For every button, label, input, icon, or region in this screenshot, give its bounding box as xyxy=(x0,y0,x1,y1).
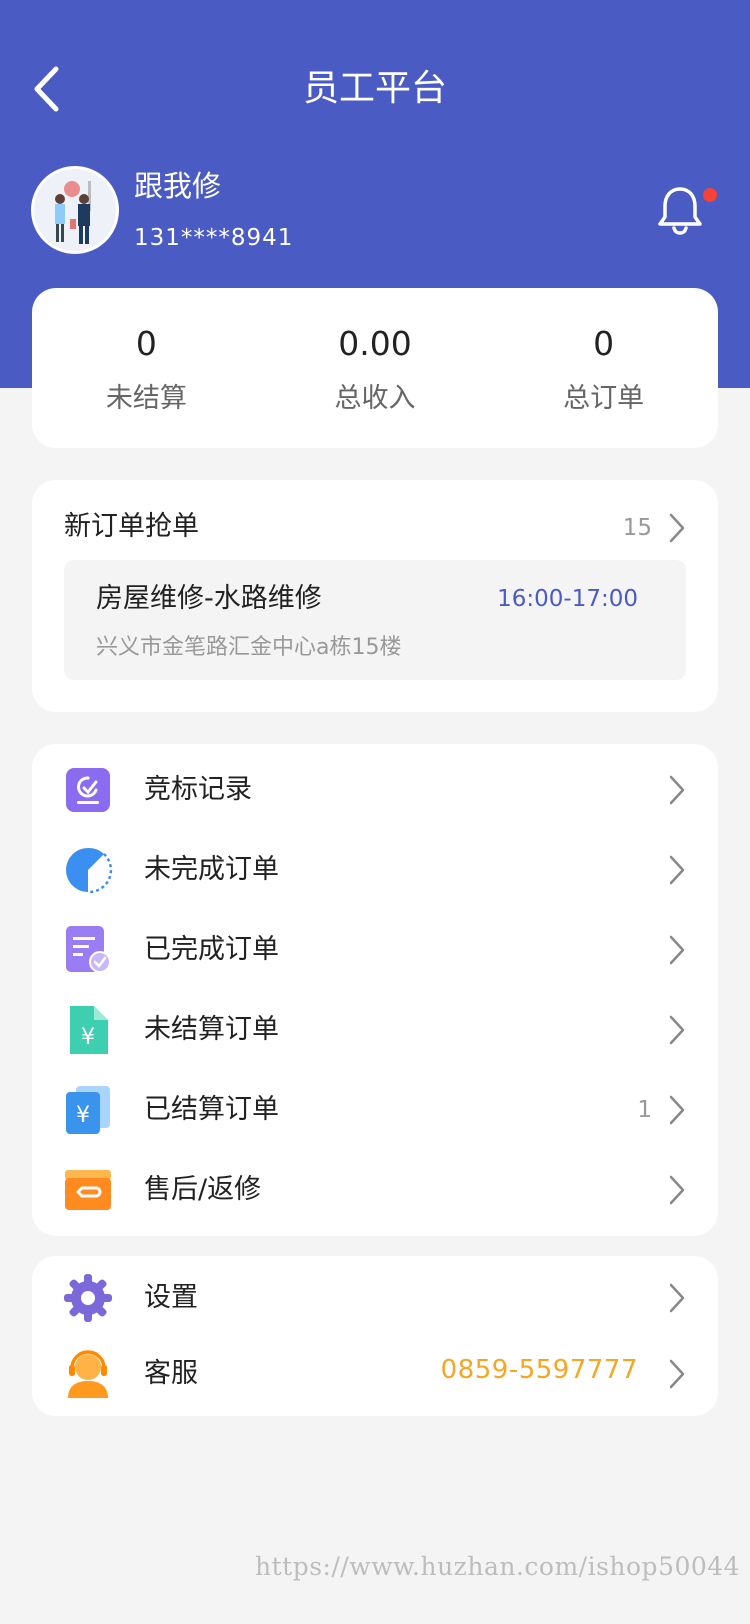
stat-label: 总订单 xyxy=(563,383,645,414)
order-time: 16:00-17:00 xyxy=(497,586,638,612)
menu-item-bid-record[interactable]: 竞标记录 xyxy=(32,752,718,832)
chevron-right-icon xyxy=(669,855,685,885)
avatar-illustration xyxy=(34,169,116,251)
order-service-name: 房屋维修-水路维修 xyxy=(96,583,322,614)
menu-item-unsettled-orders[interactable]: ¥ 未结算订单 xyxy=(32,992,718,1072)
stat-label: 总收入 xyxy=(334,383,416,414)
stats-card: 0 未结算 0.00 总收入 0 总订单 xyxy=(32,288,718,448)
new-orders-card: 新订单抢单 15 房屋维修-水路维修 16:00-17:00 兴义市金笔路汇金中… xyxy=(32,480,718,712)
chevron-right-icon xyxy=(669,1095,685,1125)
stat-total-income[interactable]: 0.00 总收入 xyxy=(261,288,490,448)
menu-item-label: 未结算订单 xyxy=(144,1014,279,1045)
chevron-right-icon xyxy=(669,775,685,805)
chevron-right-icon xyxy=(669,935,685,965)
menu-item-label: 已完成订单 xyxy=(144,934,279,965)
menu-item-label: 设置 xyxy=(144,1282,198,1313)
notification-dot xyxy=(703,188,717,202)
stat-value: 0 xyxy=(593,324,615,363)
menu-item-label: 客服 xyxy=(144,1358,198,1389)
yuan-stack-icon: ¥ xyxy=(66,1086,110,1134)
chevron-right-icon xyxy=(669,1175,685,1205)
stat-label: 未结算 xyxy=(105,383,187,414)
menu-item-label: 竞标记录 xyxy=(144,774,252,805)
stat-total-orders[interactable]: 0 总订单 xyxy=(489,288,718,448)
menu-item-label: 未完成订单 xyxy=(144,854,279,885)
user-phone: 131****8941 xyxy=(134,225,294,251)
menu-item-label: 已结算订单 xyxy=(144,1094,279,1125)
chevron-right-icon xyxy=(669,1359,685,1389)
gear-icon xyxy=(64,1274,112,1322)
customer-service-icon xyxy=(68,1350,108,1398)
user-name: 跟我修 xyxy=(134,169,222,203)
bell-icon xyxy=(658,187,702,235)
stat-value: 0 xyxy=(135,324,157,363)
stat-value: 0.00 xyxy=(338,324,412,363)
return-box-icon xyxy=(65,1170,111,1210)
page-title: 员工平台 xyxy=(302,68,447,109)
order-item[interactable]: 房屋维修-水路维修 16:00-17:00 兴义市金笔路汇金中心a栋15楼 xyxy=(64,560,686,680)
svg-text:¥: ¥ xyxy=(76,1103,90,1128)
service-phone-number[interactable]: 0859-5597777 xyxy=(441,1350,638,1390)
svg-text:¥: ¥ xyxy=(81,1025,95,1050)
menu-item-incomplete-orders[interactable]: 未完成订单 xyxy=(32,832,718,912)
bid-record-icon xyxy=(66,768,110,812)
new-orders-count: 15 xyxy=(622,515,652,541)
document-check-icon xyxy=(66,926,111,973)
avatar[interactable] xyxy=(31,166,119,254)
chevron-right-icon xyxy=(669,1015,685,1045)
order-menu-card: 竞标记录 未完成订单 已完成订单 ¥ 未结算订单 ¥ 已结算订单 1 售后/返修 xyxy=(32,744,718,1236)
menu-item-after-sales[interactable]: 售后/返修 xyxy=(32,1152,718,1232)
chevron-right-icon[interactable] xyxy=(668,512,686,544)
stat-unsettled[interactable]: 0 未结算 xyxy=(32,288,261,448)
watermark: https://www.huzhan.com/ishop50044 xyxy=(255,1552,741,1581)
settings-card: 设置 客服 0859-5597777 xyxy=(32,1256,718,1416)
menu-item-count: 1 xyxy=(637,1097,652,1123)
menu-item-completed-orders[interactable]: 已完成订单 xyxy=(32,912,718,992)
menu-item-settings[interactable]: 设置 xyxy=(32,1260,718,1340)
menu-item-label: 售后/返修 xyxy=(144,1174,262,1205)
menu-item-settled-orders[interactable]: ¥ 已结算订单 1 xyxy=(32,1072,718,1152)
new-orders-title[interactable]: 新订单抢单 xyxy=(64,508,199,546)
yuan-document-icon: ¥ xyxy=(70,1006,108,1054)
pie-clock-icon xyxy=(66,847,113,894)
order-address: 兴义市金笔路汇金中心a栋15楼 xyxy=(96,635,402,660)
menu-item-customer-service[interactable]: 客服 0859-5597777 xyxy=(32,1336,718,1416)
chevron-right-icon xyxy=(669,1283,685,1313)
